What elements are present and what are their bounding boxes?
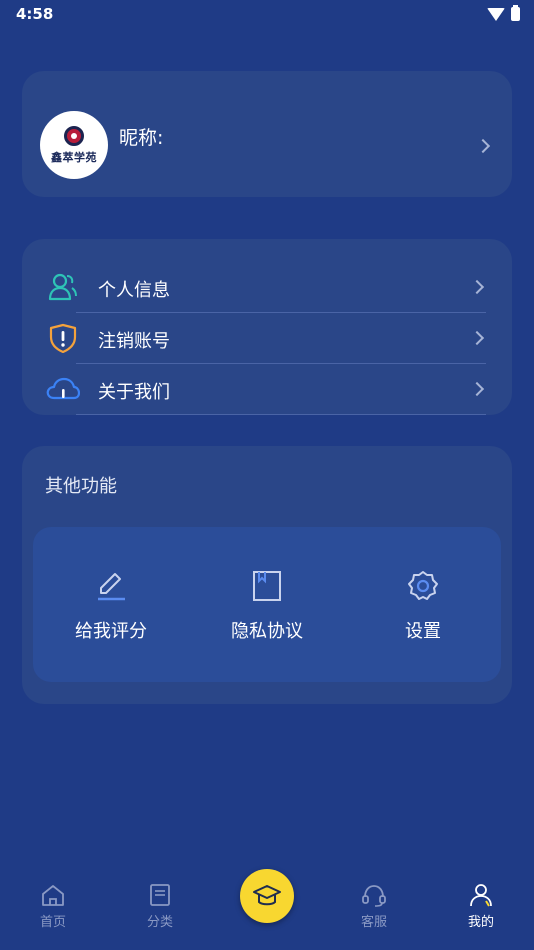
- user-icon: [470, 884, 492, 907]
- divider: [76, 414, 486, 415]
- rate-us-button[interactable]: 给我评分: [33, 527, 189, 682]
- shield-alert-icon: [49, 323, 77, 353]
- nav-item-customer-service[interactable]: 客服: [334, 882, 414, 930]
- chevron-right-icon: [469, 330, 485, 346]
- pencil-icon: [98, 573, 125, 601]
- avatar[interactable]: 鑫萃学苑: [40, 111, 108, 179]
- menu-item-label: 注销账号: [98, 331, 170, 352]
- document-icon: [253, 571, 281, 601]
- settings-button[interactable]: 设置: [345, 527, 501, 682]
- home-icon: [42, 885, 64, 906]
- menu-item-deactivate-account[interactable]: 注销账号: [22, 313, 512, 364]
- menu-item-personal-info[interactable]: 个人信息: [22, 262, 512, 313]
- status-icons: [487, 5, 520, 21]
- profile-card[interactable]: 鑫萃学苑 昵称:: [22, 71, 512, 197]
- function-label: 设置: [405, 621, 441, 642]
- other-functions-card: 其他功能 给我评分 隐私协议 设置: [22, 446, 512, 704]
- menu-item-label: 个人信息: [98, 280, 170, 301]
- menu-item-about-us[interactable]: 关于我们: [22, 364, 512, 415]
- status-time: 4:58: [16, 5, 54, 23]
- headset-icon: [362, 885, 386, 907]
- function-label: 给我评分: [75, 621, 147, 642]
- nav-item-category[interactable]: 分类: [120, 882, 200, 930]
- menu-card: 个人信息 注销账号 关于我们: [22, 239, 512, 415]
- battery-icon: [511, 5, 520, 21]
- chevron-right-icon: [469, 381, 485, 397]
- person-group-icon: [48, 273, 77, 301]
- gear-icon: [408, 571, 438, 600]
- menu-item-label: 关于我们: [98, 382, 170, 403]
- function-label: 隐私协议: [231, 621, 303, 642]
- nav-label: 我的: [467, 915, 494, 930]
- nickname-label: 昵称:: [119, 127, 164, 149]
- logo-mark-icon: [64, 125, 84, 146]
- chevron-right-icon: [475, 138, 491, 154]
- nav-item-home[interactable]: 首页: [13, 882, 93, 930]
- privacy-policy-button[interactable]: 隐私协议: [189, 527, 345, 682]
- chevron-right-icon: [469, 279, 485, 295]
- nav-label: 客服: [360, 915, 387, 930]
- section-title: 其他功能: [45, 476, 117, 497]
- wifi-icon: [487, 7, 505, 21]
- center-study-button[interactable]: [240, 869, 294, 923]
- avatar-logo-text: 鑫萃学苑: [51, 150, 97, 164]
- status-bar: 4:58: [0, 0, 534, 28]
- nav-label: 分类: [146, 915, 173, 930]
- nav-label: 首页: [39, 915, 66, 930]
- book-icon: [150, 884, 170, 906]
- cloud-info-icon: [46, 377, 80, 400]
- graduation-cap-icon: [253, 885, 281, 906]
- bottom-nav: 首页 分类 客服 我的: [0, 860, 534, 950]
- function-grid: 给我评分 隐私协议 设置: [33, 527, 501, 682]
- nav-item-mine[interactable]: 我的: [441, 882, 521, 930]
